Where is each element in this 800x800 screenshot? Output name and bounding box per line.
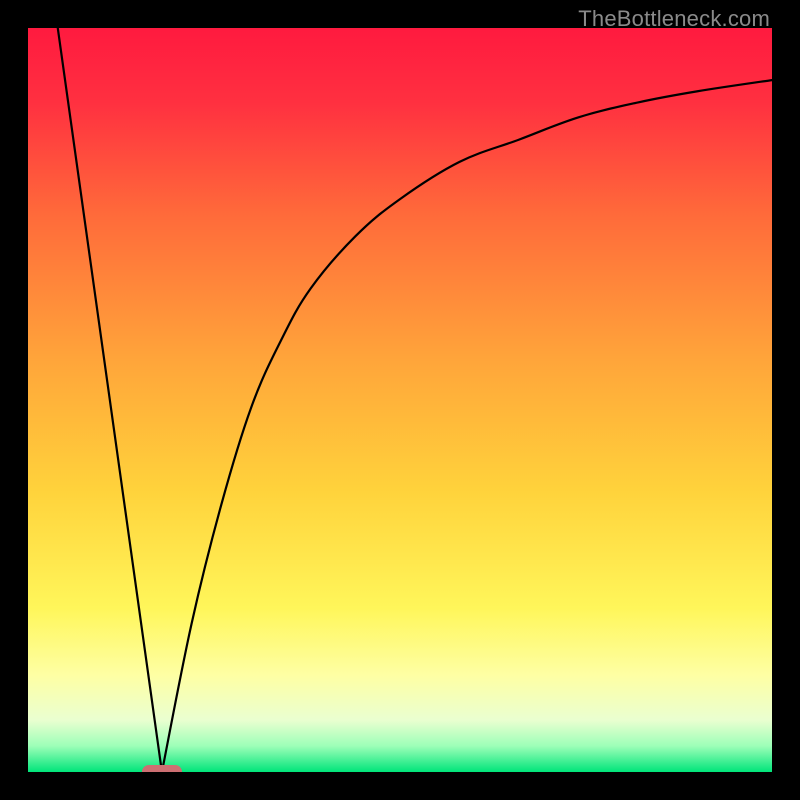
curve-left-branch [58,28,162,772]
curve-right-branch [162,80,772,772]
chart-curve [28,28,772,772]
chart-plot-area [28,28,772,772]
bottleneck-marker [142,765,182,772]
